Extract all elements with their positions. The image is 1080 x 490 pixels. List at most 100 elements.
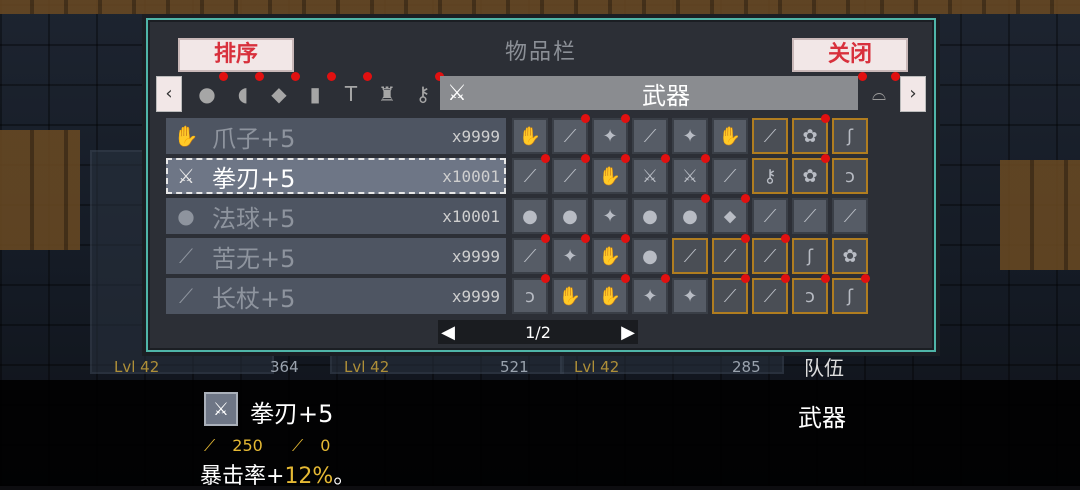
weapon-row[interactable]: ● 法球+5 x10001 xyxy=(166,198,506,234)
close-button[interactable]: 关闭 xyxy=(792,38,908,72)
grid-item-cell[interactable]: ⟋ xyxy=(672,238,708,274)
weapon-row[interactable]: ✋ 爪子+5 x9999 xyxy=(166,118,506,154)
grid-item-cell[interactable]: ✋ xyxy=(712,118,748,154)
page-next-arrow[interactable]: ▶ xyxy=(618,322,638,343)
grid-item-cell[interactable]: ⚷ xyxy=(752,158,788,194)
grid-item-cell[interactable]: ● xyxy=(512,198,548,234)
page-prev-arrow[interactable]: ◀ xyxy=(438,322,458,343)
new-badge xyxy=(581,234,590,243)
grid-item-cell[interactable]: ⟋ xyxy=(832,198,868,234)
grid-item-cell[interactable]: ✦ xyxy=(632,274,670,314)
tab-prev-arrow[interactable]: ‹ xyxy=(156,76,182,112)
tab-armor[interactable]: ⌓ xyxy=(858,72,900,110)
grid-item-cell[interactable]: ʃ xyxy=(792,238,828,274)
grid-item-cell[interactable]: ⬥ xyxy=(712,194,750,234)
grid-item-cell[interactable]: ⟋ xyxy=(792,198,828,234)
weapon-icon: ʃ xyxy=(846,285,854,307)
pager: ◀ 1/2 ▶ xyxy=(438,320,638,344)
tab-flask[interactable]: ▮ xyxy=(298,72,336,110)
grid-item-cell[interactable]: ● xyxy=(632,238,668,274)
key-icon: ⚷ xyxy=(415,82,431,106)
grid-item-cell[interactable]: ✦ xyxy=(672,118,708,154)
weapon-icon: ⟋ xyxy=(683,245,697,267)
grid-item-cell[interactable]: ⚔ xyxy=(672,154,710,194)
weapon-icon: ● xyxy=(562,205,578,227)
grid-item-cell[interactable]: ⟋ xyxy=(512,234,550,274)
party-level-3: Lvl 42 xyxy=(574,358,620,376)
weapon-icon: ⟋ xyxy=(643,125,657,147)
weapon-icon: ⟋ xyxy=(763,125,777,147)
weapon-row[interactable]: ⟋ 苦无+5 x9999 xyxy=(166,238,506,274)
attack-stat: ⟋ 250 xyxy=(204,436,275,455)
grid-item-cell[interactable]: ⟋ xyxy=(632,118,668,154)
grid-item-cell[interactable]: ⟋ xyxy=(712,158,748,194)
grid-item-cell[interactable]: ● xyxy=(632,198,668,234)
grid-item-cell[interactable]: ⟋ xyxy=(752,274,790,314)
grid-item-cell[interactable]: ⟋ xyxy=(712,274,750,314)
grid-item-cell[interactable]: ⚔ xyxy=(632,154,670,194)
grid-item-cell[interactable]: ✋ xyxy=(592,274,630,314)
detail-item-type: 武器 xyxy=(798,404,846,432)
weapon-row[interactable]: ⟋ 长杖+5 x9999 xyxy=(166,278,506,314)
grid-item-cell[interactable]: ✿ xyxy=(792,154,830,194)
flask-icon: ▮ xyxy=(309,82,321,106)
weapon-list: ✋ 爪子+5 x9999 ⚔ 拳刃+5 x10001 ● 法球+5 x10001 ⟋ 苦无+5 x99… xyxy=(166,118,506,318)
weapon-icon: ✿ xyxy=(842,245,858,267)
tab-food[interactable]: ◆ xyxy=(262,72,300,110)
tab-hammer[interactable]: T xyxy=(334,72,372,110)
new-badge xyxy=(821,114,830,123)
grid-item-cell[interactable]: ✦ xyxy=(592,114,630,154)
new-badge xyxy=(581,114,590,123)
tab-scroll[interactable]: ◖ xyxy=(226,72,264,110)
grid-item-cell[interactable]: ● xyxy=(552,198,588,234)
grid-item-cell[interactable]: ✦ xyxy=(592,198,628,234)
grid-item-cell[interactable]: ⟋ xyxy=(512,154,550,194)
sort-button[interactable]: 排序 xyxy=(178,38,294,72)
brick-wall-left xyxy=(0,130,80,250)
grid-item-cell[interactable]: ⟋ xyxy=(752,198,788,234)
weapon-icon: ⟋ xyxy=(763,245,777,267)
tab-weapons[interactable]: ⚔ 武器 xyxy=(440,76,858,110)
grid-item-cell[interactable]: ✋ xyxy=(592,234,630,274)
tab-altar[interactable]: ♜ xyxy=(370,78,404,110)
grid-item-cell[interactable]: ↄ xyxy=(832,158,868,194)
grid-item-cell[interactable]: ✋ xyxy=(552,278,588,314)
grid-item-cell[interactable]: ✋ xyxy=(592,154,630,194)
grid-item-cell[interactable]: ⟋ xyxy=(552,114,590,154)
grid-item-cell[interactable]: ʃ xyxy=(832,274,870,314)
weapon-icon: ✦ xyxy=(682,285,698,307)
grid-item-cell[interactable]: ⟋ xyxy=(552,154,590,194)
grid-item-cell[interactable]: ⟋ xyxy=(712,234,750,274)
grid-item-cell[interactable]: ↄ xyxy=(512,274,550,314)
new-badge xyxy=(621,274,630,283)
grid-item-cell[interactable]: ⟋ xyxy=(752,118,788,154)
tab-potion[interactable]: ● xyxy=(190,72,228,110)
party-value-1: 364 xyxy=(270,358,299,376)
tab-key[interactable]: ⚷ xyxy=(406,72,444,110)
new-badge xyxy=(858,72,867,81)
grid-item-cell[interactable]: ✦ xyxy=(552,234,590,274)
weapon-icon: ⟋ xyxy=(563,125,577,147)
grid-item-cell[interactable]: ✋ xyxy=(512,118,548,154)
new-badge xyxy=(541,274,550,283)
weapon-row[interactable]: ⚔ 拳刃+5 x10001 xyxy=(166,158,506,194)
new-badge xyxy=(621,154,630,163)
grid-item-cell[interactable]: ✿ xyxy=(832,238,868,274)
new-badge xyxy=(661,274,670,283)
grid-item-cell[interactable]: ✦ xyxy=(672,278,708,314)
grid-item-cell[interactable]: ✿ xyxy=(792,114,830,154)
grid-item-cell[interactable]: ↄ xyxy=(792,274,830,314)
tab-next-arrow[interactable]: › xyxy=(900,76,926,112)
grid-item-cell[interactable]: ʃ xyxy=(832,118,868,154)
fist-blade-icon: ⚔ xyxy=(177,164,195,188)
grid-item-cell[interactable]: ⟋ xyxy=(752,234,790,274)
team-button[interactable]: 队伍 xyxy=(804,352,844,381)
weapon-icon: ⟋ xyxy=(723,245,737,267)
weapon-icon: ⟋ xyxy=(843,205,857,227)
weapon-icon: ✦ xyxy=(562,245,578,267)
wand-stat-icon: ⟋ xyxy=(291,436,304,455)
grid-item-cell[interactable]: ● xyxy=(672,194,710,234)
potion-icon: ● xyxy=(198,82,216,106)
scroll-icon: ◖ xyxy=(237,82,249,106)
weapon-name: 苦无+5 xyxy=(212,244,296,273)
